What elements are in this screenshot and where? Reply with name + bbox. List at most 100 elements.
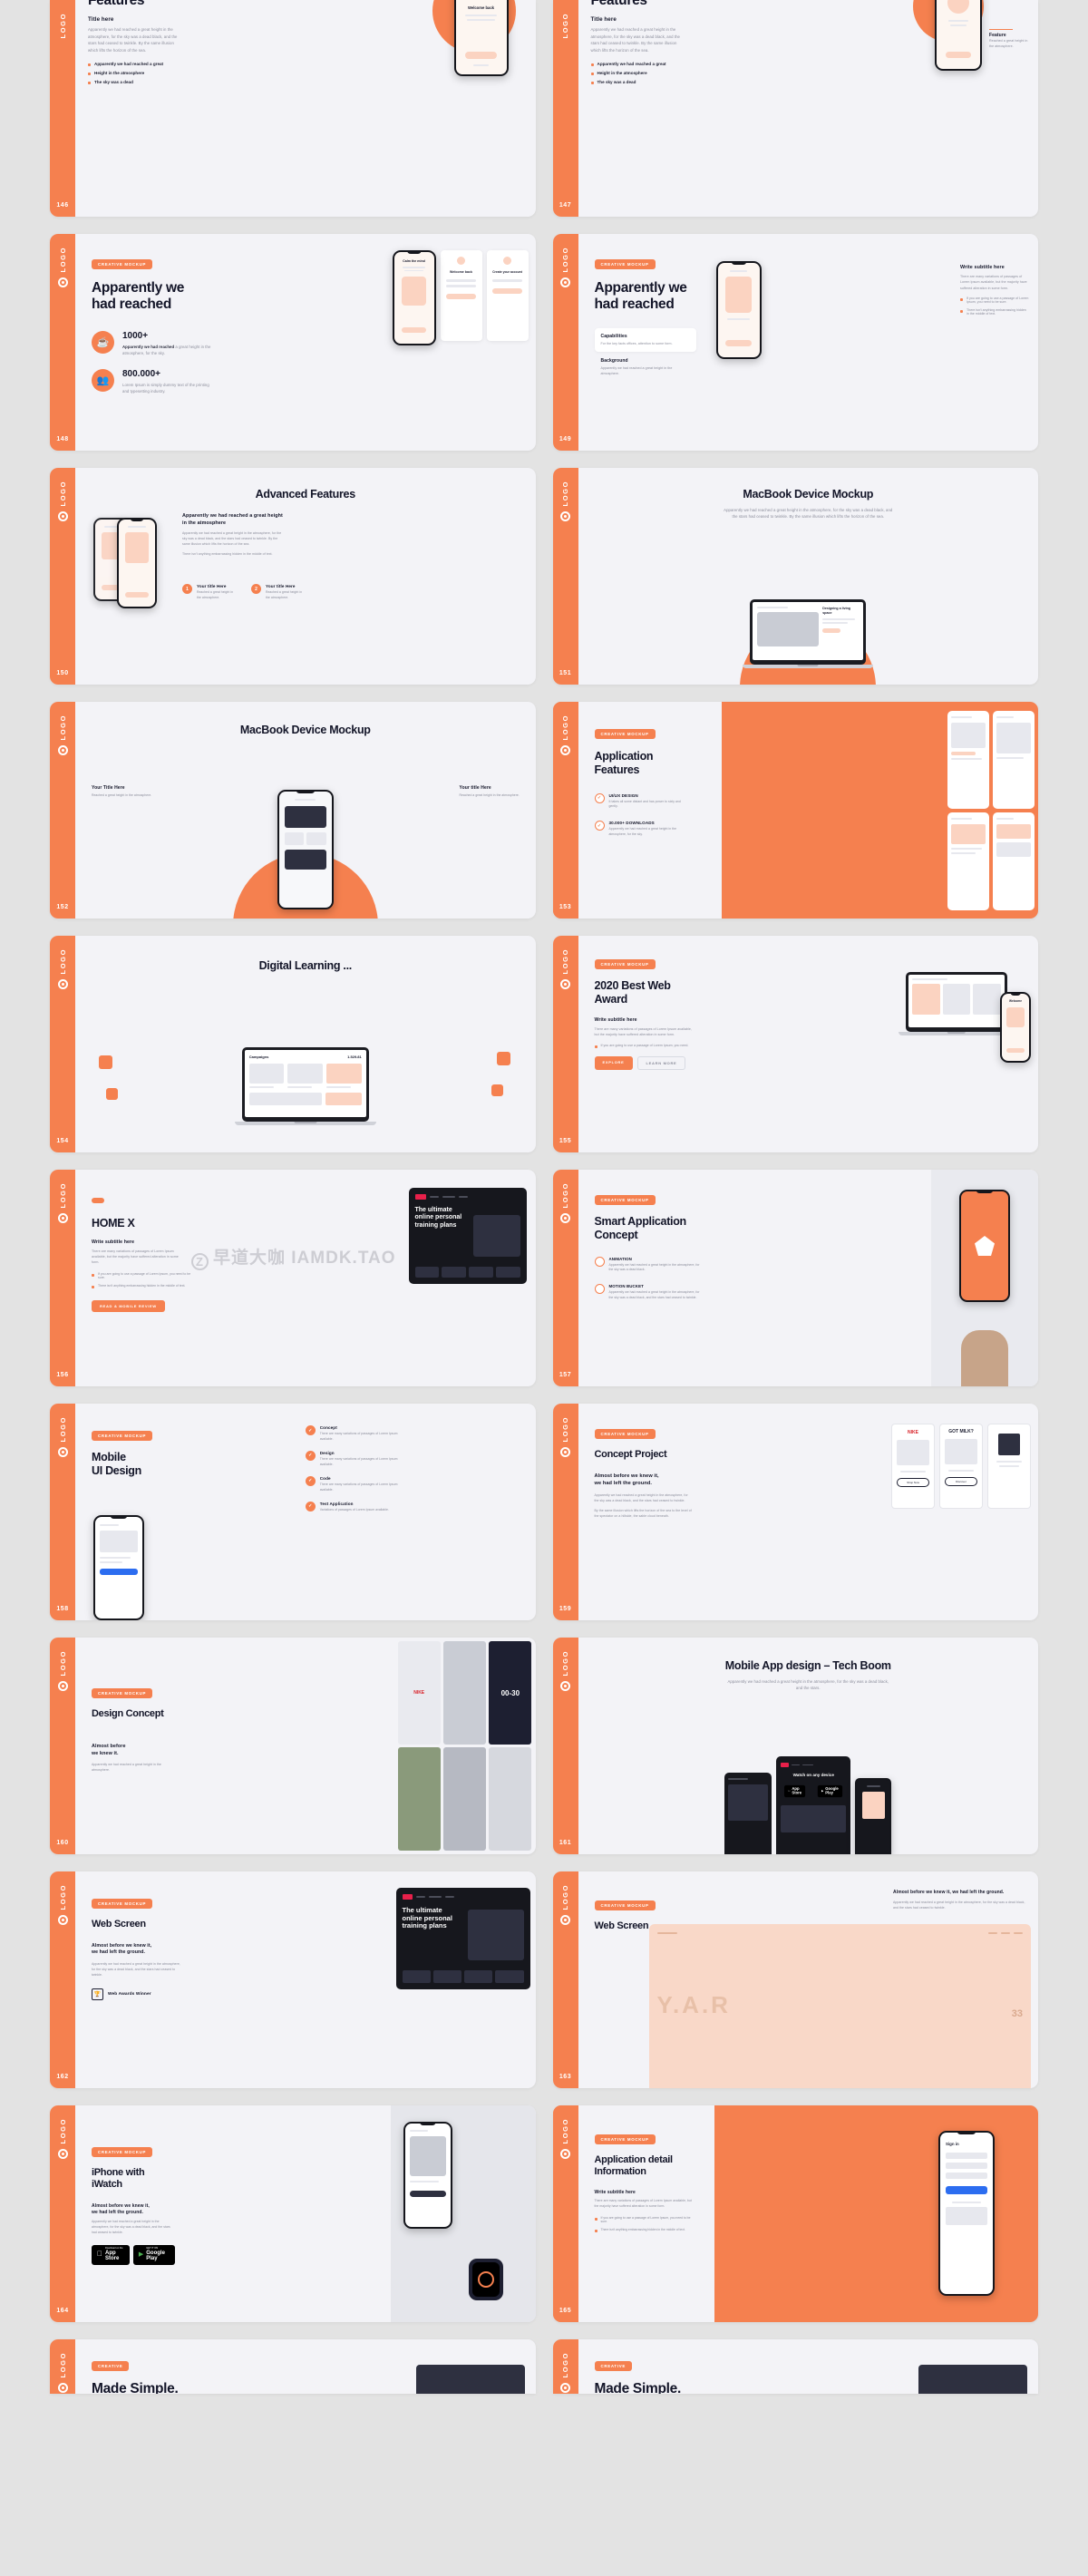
feature-title: Your title Here	[266, 584, 296, 588]
bullet-list: If you are going to use a passage of Lor…	[595, 2216, 698, 2232]
explore-button[interactable]: Explore	[594, 1056, 633, 1071]
slide-rail: LOGO 147	[552, 0, 578, 217]
slide-thumbnail[interactable]: LOGO 161 Mobile App design – Tech Boom A…	[552, 1638, 1038, 1854]
screen-heading: Create your account	[492, 270, 522, 274]
slide-title: Application Features	[594, 750, 654, 776]
logo-mark-icon	[57, 1447, 68, 1458]
rail-top: LOGO	[560, 481, 570, 522]
slide-thumbnail[interactable]: LOGO 150 Advanced Features Apparently we…	[50, 468, 536, 685]
slide-number: 152	[56, 904, 69, 910]
slide-thumbnail[interactable]: LOGO 159 CREATIVE MOCKUP Concept Project…	[552, 1404, 1038, 1620]
slide-body-text-2: By the same illusion which lifts the hor…	[594, 1508, 692, 1518]
bullet-list: If you are going to use a passage of Lor…	[92, 1272, 191, 1288]
logo-mark-icon	[560, 511, 570, 522]
slide-thumbnail[interactable]: LOGO 151 MacBook Device Mockup Apparentl…	[552, 468, 1038, 685]
slide-thumbnail[interactable]: LOGO CREATIVE Made Simple.	[50, 2339, 536, 2394]
card-body: Apparently we had reached a great height…	[600, 365, 673, 376]
slide-thumbnail[interactable]: LOGO 155 CREATIVE MOCKUP 2020 Best Web A…	[552, 936, 1038, 1152]
slide-rail: LOGO 163	[552, 1871, 578, 2088]
slide-body: CREATIVE MOCKUP Application Features ✓ U…	[578, 702, 722, 919]
slide-thumbnail[interactable]: LOGO 156 HOME X Write subtitle here Ther…	[50, 1170, 536, 1386]
slide-body: CREATIVE MOCKUP Web Screen Almost before…	[75, 1871, 536, 2088]
slide-tag: CREATIVE MOCKUP	[92, 1431, 153, 1441]
cta-button[interactable]: Discover	[945, 1477, 977, 1486]
laptop-base	[234, 1122, 376, 1125]
logo-mark-icon	[560, 745, 570, 756]
list-item: If you are going to use a passage of Lor…	[92, 1272, 191, 1279]
logo-mark-icon	[560, 1213, 570, 1224]
watch-mockup	[468, 2259, 503, 2300]
screen-card: NIKE Shop Now	[891, 1424, 935, 1509]
slide-thumbnail[interactable]: LOGO 162 CREATIVE MOCKUP Web Screen Almo…	[50, 1871, 536, 2088]
cta-button[interactable]: Shop Now	[897, 1478, 929, 1487]
rail-top: LOGO	[57, 481, 68, 522]
slide-subtitle: Write subtitle here	[92, 1239, 135, 1245]
slide-body: Features Title here Apparently we had re…	[578, 0, 1039, 217]
app-logo-icon	[975, 1236, 995, 1256]
slide-tag: CREATIVE MOCKUP	[92, 1899, 153, 1909]
feature-body: There are many variations of passages of…	[319, 1432, 398, 1441]
slide-thumbnail[interactable]: LOGO 157 CREATIVE MOCKUP Smart Applicati…	[552, 1170, 1038, 1386]
screen-card: Create your account	[486, 250, 529, 341]
slide-body: CREATIVE MOCKUP Application detail Infor…	[578, 2105, 714, 2322]
apple-icon: 	[97, 2250, 102, 2259]
app-store-badge[interactable]: Download on theApp Store	[92, 2244, 130, 2265]
slide-body-text: Apparently we had reached a great height…	[893, 1900, 1025, 1910]
rail-top: LOGO	[57, 1884, 68, 1926]
slide-rail: LOGO 146	[50, 0, 75, 217]
hand-photo	[931, 1170, 1038, 1386]
slide-thumbnail[interactable]: LOGO 153 CREATIVE MOCKUP Application Fea…	[552, 702, 1038, 919]
slide-thumbnail[interactable]: LOGO 163 CREATIVE MOCKUP Web Screen Almo…	[552, 1871, 1038, 2088]
learn-more-button[interactable]: Learn more	[636, 1056, 686, 1071]
feature-title: Code	[319, 1475, 331, 1481]
slide-rail: LOGO 150	[50, 468, 75, 685]
slide-number: 150	[56, 670, 69, 676]
phone-mockup: Welcome back	[453, 0, 509, 76]
rail-top: LOGO	[57, 247, 68, 288]
phone-notch	[110, 1515, 128, 1519]
slide-number: 156	[56, 1372, 69, 1378]
slide-thumbnail[interactable]: LOGO 152 MacBook Device Mockup Your Titl…	[50, 702, 536, 919]
phone-mockup: Sign in	[938, 2131, 995, 2296]
google-play-badge[interactable]: ▶ Google Play	[817, 1784, 842, 1798]
info-card: Capabilities For the key facts offices, …	[594, 327, 696, 352]
screen-card	[947, 710, 989, 809]
slide-thumbnail[interactable]: LOGO 165 CREATIVE MOCKUP Application det…	[552, 2105, 1038, 2322]
photo-panel	[415, 2365, 525, 2394]
phone-mockup: Calm the mind	[392, 250, 436, 345]
slide-tag: CREATIVE MOCKUP	[92, 1688, 153, 1698]
slide-title: Apparently we had reached	[92, 280, 185, 313]
screen-card: Welcome back	[440, 250, 482, 341]
hand-shape	[961, 1330, 1008, 1386]
screen-meta: 33	[1011, 2008, 1023, 2019]
slide-number: 149	[559, 436, 572, 442]
slide-thumbnail[interactable]: LOGO 158 CREATIVE MOCKUP Mobile UI Desig…	[50, 1404, 536, 1620]
phone-mockup	[93, 1515, 144, 1620]
slide-thumbnail[interactable]: LOGO CREATIVE Made Simple.	[552, 2339, 1038, 2394]
step-number-icon: 2	[251, 584, 261, 594]
cta-button[interactable]: Read & Mobile Review	[92, 1299, 165, 1312]
web-screen-mockup: Y.A.R 33	[648, 1924, 1031, 2088]
slide-thumbnail[interactable]: LOGO 149 CREATIVE MOCKUP Apparently we h…	[552, 234, 1038, 451]
slide-tag: CREATIVE MOCKUP	[594, 1195, 656, 1205]
qr-code-icon	[998, 1434, 1020, 1455]
google-play-badge[interactable]: ▶ GET IT ON Google Play	[132, 2244, 175, 2265]
dashboard-metric: 1.529.81	[347, 1055, 362, 1059]
slide-body-text: Apparently we had reached a great height…	[590, 27, 680, 53]
slide-title: 2020 Best Web Award	[594, 979, 671, 1006]
slide-thumbnail[interactable]: LOGO 146 Features Title here Apparently …	[50, 0, 536, 217]
slide-thumbnail[interactable]: LOGO 154 Digital Learning ... Campaigns …	[50, 936, 536, 1152]
slide-thumbnail[interactable]: LOGO 147 Features Title here Apparently …	[552, 0, 1039, 217]
app-store-badge[interactable]: App Store	[783, 1784, 806, 1798]
tablet-mockup	[724, 1773, 772, 1854]
lead-text: Almost before we knew it, we had left th…	[594, 1473, 659, 1486]
phone-mockup	[403, 2122, 452, 2229]
rail-top: LOGO	[560, 1884, 570, 1926]
list-item: There isn't anything embarrassing hidden…	[92, 1284, 191, 1288]
slide-thumbnail[interactable]: LOGO 164 CREATIVE MOCKUP iPhone with iWa…	[50, 2105, 536, 2322]
feature-body: There are many variations of passages of…	[319, 1456, 398, 1466]
feature-item: 2 Your title Here Reached a great height…	[251, 584, 306, 601]
slide-tag: CREATIVE MOCKUP	[594, 259, 656, 269]
slide-thumbnail[interactable]: LOGO 160 CREATIVE MOCKUP Design Concept …	[50, 1638, 536, 1854]
slide-thumbnail[interactable]: LOGO 148 CREATIVE MOCKUP Apparently we h…	[50, 234, 536, 451]
